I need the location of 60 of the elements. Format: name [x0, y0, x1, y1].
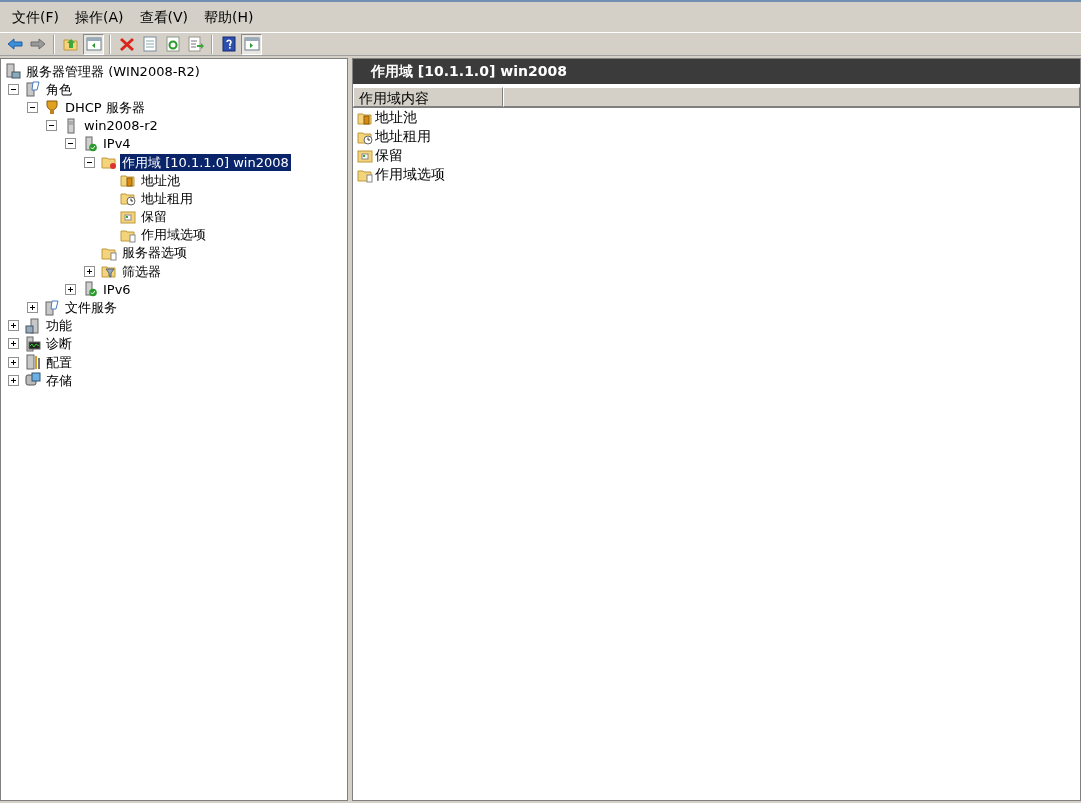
server-icon	[25, 317, 41, 334]
expand-toggle[interactable]	[8, 356, 19, 368]
tree-item[interactable]: 文件服务	[63, 299, 119, 317]
tree-item[interactable]: 服务器选项	[120, 244, 189, 262]
tree-item[interactable]: 配置	[44, 353, 74, 371]
expand-toggle[interactable]	[65, 283, 76, 295]
server-check-icon	[82, 135, 98, 152]
column-header[interactable]	[503, 87, 1080, 107]
column-header[interactable]: 作用域内容	[353, 87, 503, 107]
pane-title: 作用域 [10.1.1.0] win2008	[353, 59, 1080, 84]
menu-item[interactable]: 文件(F)	[4, 4, 67, 30]
folder-icon	[357, 147, 373, 164]
folder-clock-icon	[120, 190, 136, 207]
show-tree-button[interactable]	[83, 33, 104, 55]
list-item[interactable]: 地址租用	[375, 126, 431, 147]
export-list-button[interactable]	[185, 33, 206, 55]
folder-icon	[120, 172, 136, 189]
trophy-server-icon	[44, 99, 60, 116]
folder-filter-icon	[101, 263, 117, 280]
tree-item[interactable]: 地址租用	[139, 189, 195, 207]
expand-toggle[interactable]	[8, 338, 19, 350]
tree-item[interactable]: DHCP 服务器	[63, 98, 147, 116]
server-check-icon	[82, 281, 98, 298]
server-document-icon	[44, 299, 60, 316]
menu-item[interactable]: 查看(V)	[131, 4, 196, 30]
list-item[interactable]: 作用域选项	[375, 164, 445, 185]
tree-item[interactable]: 存储	[44, 371, 74, 389]
list-item[interactable]: 保留	[375, 145, 403, 166]
tree-item[interactable]: 角色	[44, 80, 74, 98]
tree-item[interactable]: win2008-r2	[82, 117, 160, 135]
tree-item[interactable]: 筛选器	[120, 262, 163, 280]
monitor-icon	[25, 335, 41, 352]
tree-item[interactable]: 作用域选项	[139, 226, 208, 244]
server-document-icon	[25, 81, 41, 98]
expand-toggle[interactable]	[8, 374, 19, 386]
collapse-toggle[interactable]	[8, 83, 19, 95]
tree-item[interactable]: 诊断	[44, 335, 74, 353]
tree-item[interactable]: 功能	[44, 317, 74, 335]
expand-toggle[interactable]	[8, 320, 19, 332]
storage-icon	[25, 372, 41, 389]
show-action-pane-button[interactable]	[241, 33, 262, 55]
collapse-toggle[interactable]	[27, 101, 38, 113]
tools-icon	[25, 354, 41, 371]
folder-icon	[120, 208, 136, 225]
tree-item[interactable]: 地址池	[139, 171, 182, 189]
menu-item[interactable]: 帮助(H)	[196, 4, 262, 30]
tree-item[interactable]: IPv6	[101, 280, 133, 298]
expand-toggle[interactable]	[27, 302, 38, 314]
tree-item[interactable]: 服务器管理器 (WIN2008-R2)	[24, 62, 202, 80]
collapse-toggle[interactable]	[65, 138, 76, 150]
menu-item[interactable]: 操作(A)	[67, 4, 132, 30]
tree-item[interactable]: IPv4	[101, 135, 133, 153]
tree-item[interactable]: 保留	[139, 208, 169, 226]
collapse-toggle[interactable]	[84, 156, 95, 168]
collapse-toggle[interactable]	[46, 120, 57, 132]
server-icon	[5, 63, 21, 80]
folder-icon	[101, 154, 117, 171]
tree-item[interactable]: 作用域 [10.1.1.0] win2008	[120, 153, 291, 171]
expand-toggle[interactable]	[84, 265, 95, 277]
list-item[interactable]: 地址池	[375, 107, 417, 128]
